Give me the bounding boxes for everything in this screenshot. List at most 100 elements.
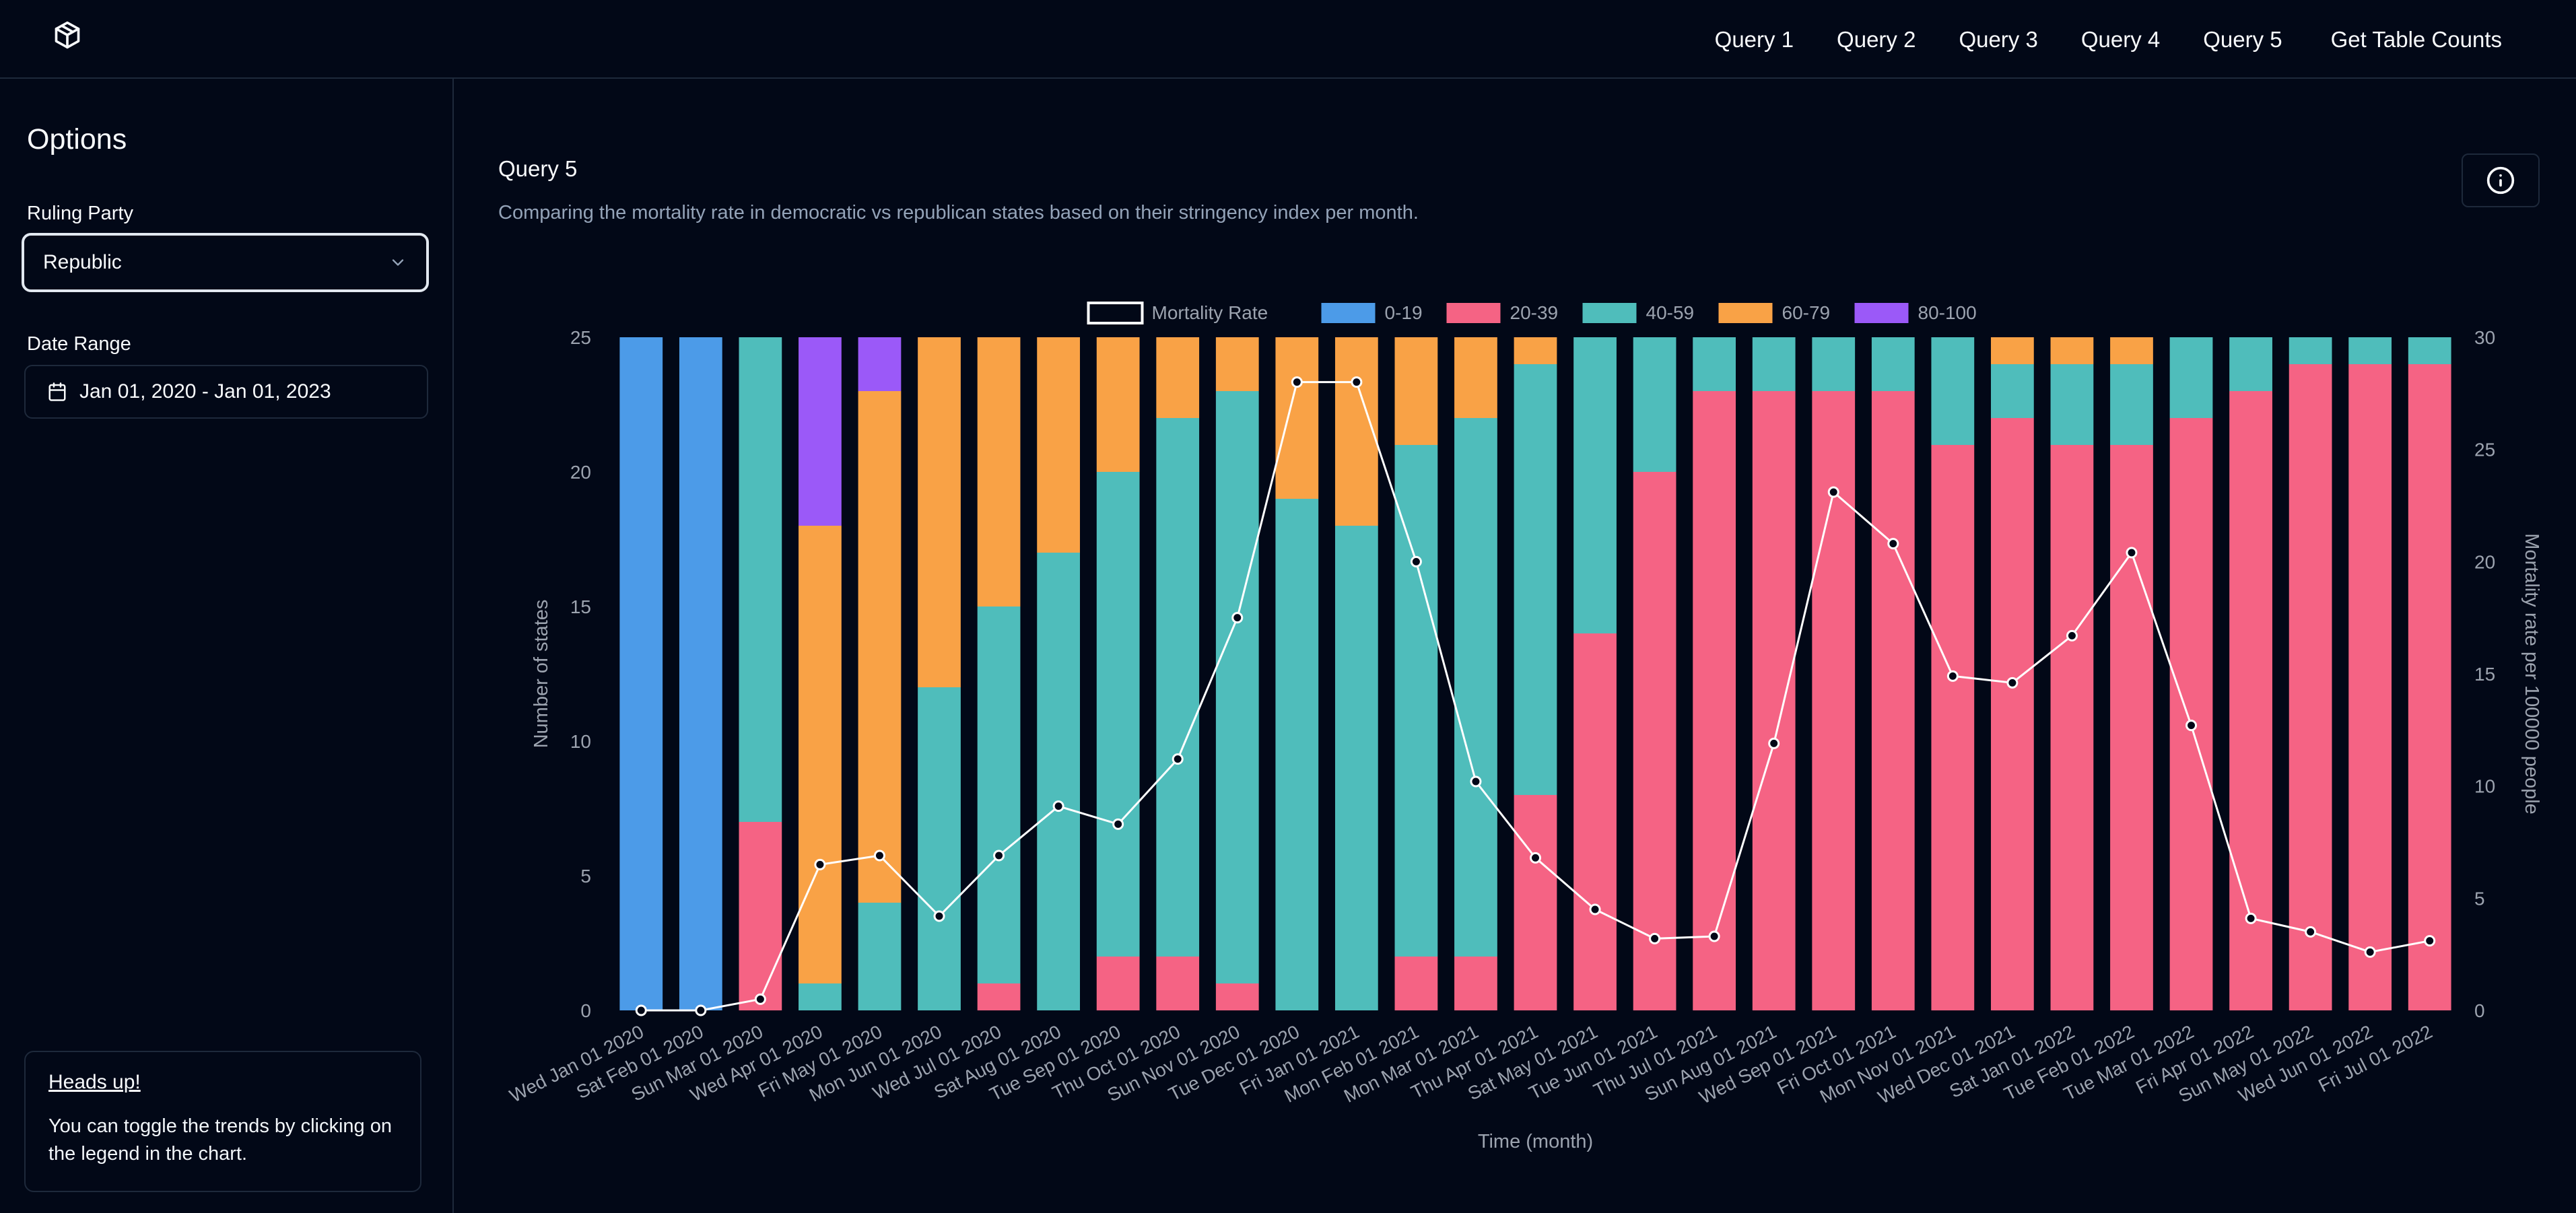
bar-segment-20-39[interactable] — [2289, 364, 2332, 1010]
bar-segment-20-39[interactable] — [2348, 364, 2392, 1010]
mortality-rate-point[interactable] — [2245, 912, 2257, 924]
bar-segment-60-79[interactable] — [1514, 337, 1557, 364]
bar-segment-40-59[interactable] — [2169, 337, 2213, 418]
mortality-rate-point[interactable] — [933, 910, 945, 922]
nav-query-5[interactable]: Query 5 — [2203, 27, 2282, 53]
mortality-rate-point[interactable] — [754, 993, 766, 1005]
bar-segment-20-39[interactable] — [1215, 983, 1259, 1010]
mortality-rate-point[interactable] — [695, 1004, 707, 1016]
bar-segment-40-59[interactable] — [1991, 364, 2034, 418]
legend-swatch-20-39[interactable] — [1446, 303, 1501, 323]
bar-segment-20-39[interactable] — [1871, 391, 1915, 1010]
mortality-rate-point[interactable] — [1768, 737, 1780, 749]
ruling-party-select[interactable]: Republic — [22, 233, 429, 292]
legend-swatch-mortality-rate[interactable] — [1087, 302, 1144, 324]
cube-logo-icon[interactable] — [53, 20, 82, 50]
mortality-rate-point[interactable] — [1708, 930, 1720, 942]
bar-segment-40-59[interactable] — [1573, 337, 1617, 633]
bar-segment-20-39[interactable] — [1693, 391, 1736, 1010]
mortality-rate-point[interactable] — [1470, 775, 1482, 788]
mortality-rate-point[interactable] — [2364, 946, 2376, 958]
bar-segment-60-79[interactable] — [2110, 337, 2153, 364]
mortality-rate-point[interactable] — [814, 858, 826, 870]
bar-segment-40-59[interactable] — [918, 687, 961, 1010]
bar-segment-60-79[interactable] — [2050, 337, 2094, 364]
bar-segment-0-19[interactable] — [679, 337, 722, 1010]
mortality-rate-point[interactable] — [993, 850, 1005, 862]
nav-query-3[interactable]: Query 3 — [1959, 27, 2037, 53]
bar-segment-40-59[interactable] — [1454, 418, 1497, 957]
mortality-rate-point[interactable] — [1231, 612, 1244, 624]
bar-segment-40-59[interactable] — [1871, 337, 1915, 391]
bar-segment-20-39[interactable] — [1096, 957, 1140, 1010]
bar-segment-20-39[interactable] — [2169, 418, 2213, 1010]
bar-segment-20-39[interactable] — [1812, 391, 1856, 1010]
mortality-rate-point[interactable] — [1887, 538, 1899, 550]
legend-label[interactable]: 0-19 — [1385, 302, 1423, 323]
bar-segment-60-79[interactable] — [918, 337, 961, 687]
bar-segment-80-100[interactable] — [858, 337, 902, 391]
bar-segment-40-59[interactable] — [1334, 526, 1378, 1010]
nav-get-table-counts[interactable]: Get Table Counts — [2331, 27, 2502, 53]
bar-segment-40-59[interactable] — [2348, 337, 2392, 364]
bar-segment-20-39[interactable] — [739, 822, 782, 1010]
legend-swatch-0-19[interactable] — [1321, 303, 1376, 323]
bar-segment-60-79[interactable] — [858, 391, 902, 903]
bar-segment-40-59[interactable] — [1693, 337, 1736, 391]
bar-segment-60-79[interactable] — [1156, 337, 1200, 418]
mortality-rate-point[interactable] — [1351, 376, 1363, 388]
mortality-rate-point[interactable] — [873, 850, 885, 862]
bar-segment-20-39[interactable] — [2408, 364, 2451, 1010]
mortality-rate-point[interactable] — [1172, 753, 1184, 765]
mortality-rate-point[interactable] — [1410, 555, 1422, 567]
bar-segment-60-79[interactable] — [1454, 337, 1497, 418]
bar-segment-40-59[interactable] — [2050, 364, 2094, 445]
mortality-rate-point[interactable] — [2066, 629, 2078, 642]
bar-segment-60-79[interactable] — [1215, 337, 1259, 391]
bar-segment-40-59[interactable] — [799, 983, 842, 1010]
bar-segment-20-39[interactable] — [977, 983, 1021, 1010]
legend-label[interactable]: 40-59 — [1646, 302, 1695, 323]
mortality-rate-point[interactable] — [635, 1004, 647, 1016]
bar-segment-60-79[interactable] — [977, 337, 1021, 606]
legend-label[interactable]: 80-100 — [1918, 302, 1977, 323]
bar-segment-20-39[interactable] — [1454, 957, 1497, 1010]
date-range-picker[interactable]: Jan 01, 2020 - Jan 01, 2023 — [24, 365, 428, 419]
mortality-rate-point[interactable] — [2126, 547, 2138, 559]
bar-segment-20-39[interactable] — [1633, 472, 1676, 1010]
bar-segment-40-59[interactable] — [1156, 418, 1200, 957]
bar-segment-40-59[interactable] — [2289, 337, 2332, 364]
mortality-rate-point[interactable] — [2305, 926, 2317, 938]
bar-segment-60-79[interactable] — [799, 526, 842, 983]
bar-segment-80-100[interactable] — [799, 337, 842, 526]
mortality-rate-point[interactable] — [1112, 818, 1124, 830]
bar-segment-40-59[interactable] — [1037, 553, 1080, 1010]
bar-segment-40-59[interactable] — [1633, 337, 1676, 472]
legend-label[interactable]: Mortality Rate — [1152, 302, 1268, 323]
bar-segment-60-79[interactable] — [1394, 337, 1438, 445]
bar-segment-60-79[interactable] — [1275, 337, 1319, 499]
bar-segment-40-59[interactable] — [1752, 337, 1796, 391]
bar-segment-20-39[interactable] — [1573, 633, 1617, 1010]
mortality-rate-point[interactable] — [1530, 852, 1541, 864]
bar-segment-20-39[interactable] — [1931, 445, 1975, 1010]
bar-segment-40-59[interactable] — [1394, 445, 1438, 957]
nav-query-1[interactable]: Query 1 — [1715, 27, 1794, 53]
bar-segment-60-79[interactable] — [1334, 337, 1378, 526]
mortality-rate-point[interactable] — [1291, 376, 1303, 388]
bar-segment-20-39[interactable] — [2050, 445, 2094, 1010]
mortality-rate-point[interactable] — [1649, 932, 1661, 944]
bar-segment-40-59[interactable] — [1514, 364, 1557, 795]
bar-segment-20-39[interactable] — [1991, 418, 2034, 1010]
nav-query-4[interactable]: Query 4 — [2081, 27, 2160, 53]
bar-segment-40-59[interactable] — [2408, 337, 2451, 364]
bar-segment-40-59[interactable] — [977, 606, 1021, 983]
bar-segment-60-79[interactable] — [1037, 337, 1080, 553]
mortality-rate-point[interactable] — [1052, 800, 1064, 812]
legend-label[interactable]: 20-39 — [1510, 302, 1559, 323]
bar-segment-40-59[interactable] — [1096, 472, 1140, 957]
bar-segment-40-59[interactable] — [1812, 337, 1856, 391]
bar-segment-40-59[interactable] — [2229, 337, 2272, 391]
mortality-rate-point[interactable] — [2185, 720, 2198, 732]
bar-segment-60-79[interactable] — [1096, 337, 1140, 472]
